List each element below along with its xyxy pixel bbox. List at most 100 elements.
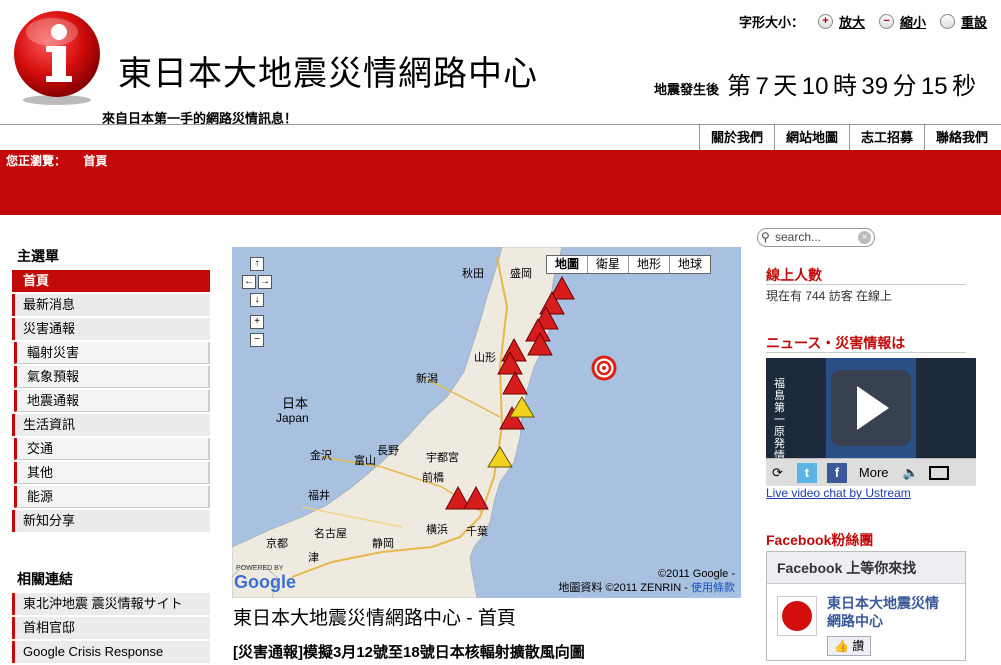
countdown-day-word: 第 (727, 73, 752, 100)
menu-item-other[interactable]: 其他 (14, 462, 210, 484)
search-input[interactable]: ⚲ search... × (757, 228, 875, 247)
video-caption: 福島第一原発情報 (774, 378, 785, 458)
related-links: 東北沖地震 震災情報サイト 首相官邸 Google Crisis Respons… (12, 593, 210, 665)
map-label-morioka: 盛岡 (510, 268, 532, 280)
map-label-akita: 秋田 (462, 268, 484, 280)
map-label-yamagata: 山形 (474, 352, 496, 364)
map-type-selector: 地圖 衛星 地形 地球 (546, 255, 712, 274)
nav-about[interactable]: 關於我們 (698, 125, 774, 150)
facebook-icon[interactable]: f (826, 462, 847, 483)
like-button[interactable]: 👍 讚 (827, 636, 872, 656)
countdown-hours: 10 (801, 73, 829, 100)
pan-right-button[interactable]: → (258, 275, 272, 289)
site-title[interactable]: 東日本大地震災情網路中心 (118, 52, 538, 96)
facebook-likebox: Facebook 上等你來找 東日本大地震災情網路中心 👍 讚 (766, 551, 966, 661)
news-divider (766, 352, 966, 353)
map-label-kyoto: 京都 (266, 538, 288, 550)
play-icon[interactable] (831, 370, 911, 446)
font-size-label: 字形大小： (739, 15, 805, 30)
menu-item-knowledge[interactable]: 新知分享 (12, 510, 210, 532)
zoom-out-button[interactable]: − (250, 333, 264, 347)
map-type-earth[interactable]: 地球 (669, 256, 710, 273)
volume-icon[interactable]: 🔈 (903, 463, 919, 483)
video-toolbar: ⟳ t f More 🔈 (766, 458, 976, 486)
map-copyright: ©2011 Google - 地圖資料 ©2011 ZENRIN - 使用條款 (558, 567, 735, 595)
breadcrumb: 您正瀏覽： 首頁 (6, 152, 121, 169)
fullscreen-icon[interactable] (928, 465, 949, 480)
facebook-page-name[interactable]: 東日本大地震災情網路中心 (827, 594, 952, 630)
map-label-niigata: 新潟 (416, 373, 438, 385)
clear-search-icon[interactable]: × (858, 231, 871, 244)
map-label-chiba: 千葉 (466, 526, 488, 538)
font-enlarge-option[interactable]: + 放大 (818, 12, 865, 31)
post-title[interactable]: [災害通報]模擬3月12號至18號日本核輻射擴散風向圖 (233, 641, 585, 662)
plus-icon[interactable]: + (818, 14, 834, 29)
site-logo[interactable] (12, 10, 102, 106)
link-tohoku-site[interactable]: 東北沖地震 震災情報サイト (12, 593, 210, 615)
zoom-in-button[interactable]: + (250, 315, 264, 329)
map-label-shizuoka: 静岡 (372, 538, 394, 550)
map-copyright-line1: ©2011 Google - (657, 568, 735, 580)
pan-left-button[interactable]: ← (242, 275, 256, 289)
map-label-tsu: 津 (308, 552, 319, 564)
pan-down-button[interactable]: ↓ (250, 293, 264, 307)
menu-item-energy[interactable]: 能源 (14, 486, 210, 508)
countdown-seconds: 15 (920, 73, 948, 100)
font-shrink-label[interactable]: 縮小 (900, 12, 926, 31)
more-button[interactable]: More (859, 463, 889, 483)
twitter-icon[interactable]: t (796, 462, 817, 483)
search-placeholder: search... (775, 230, 822, 244)
thumbs-up-icon: 👍 (834, 639, 849, 653)
map-copyright-line2: 地圖資料 ©2011 ZENRIN - (558, 582, 688, 594)
font-enlarge-label[interactable]: 放大 (839, 12, 865, 31)
countdown-days: 7 (755, 73, 769, 100)
refresh-icon[interactable]: ⟳ (772, 463, 783, 483)
link-kantei[interactable]: 首相官邸 (12, 617, 210, 639)
map-type-satellite[interactable]: 衛星 (587, 256, 628, 273)
menu-item-weather[interactable]: 氣象預報 (14, 366, 210, 388)
font-reset-option[interactable]: 重設 (940, 12, 987, 31)
nav-volunteer[interactable]: 志工招募 (848, 125, 924, 150)
font-reset-label[interactable]: 重設 (961, 12, 987, 31)
countdown-second-unit: 秒 (952, 73, 977, 100)
breadcrumb-current[interactable]: 首頁 (83, 154, 107, 168)
page-title: 東日本大地震災情網路中心 - 首頁 (233, 608, 516, 629)
countdown-hour-unit: 時 (832, 73, 857, 100)
google-logo[interactable]: Google (234, 572, 296, 593)
top-navigation: 關於我們 網站地圖 志工招募 聯絡我們 (0, 124, 1001, 150)
map-label-nagoya: 名古屋 (314, 528, 347, 540)
online-count-text: 現在有 744 訪客 在線上 (766, 289, 893, 303)
page-avatar[interactable] (777, 596, 817, 636)
reset-radio-icon[interactable] (940, 14, 956, 29)
disaster-map[interactable]: 秋田 盛岡 山形 新潟 日本 Japan 長野 富山 金沢 宇都宮 前橋 福井 … (232, 247, 741, 598)
menu-item-earthquake[interactable]: 地震通報 (14, 390, 210, 412)
map-label-yokohama: 横浜 (426, 524, 448, 536)
map-type-map[interactable]: 地圖 (547, 256, 587, 273)
map-label-fukui: 福井 (308, 490, 330, 502)
menu-item-living-info[interactable]: 生活資訊 (12, 414, 210, 436)
countdown-prefix: 地震發生後 (654, 82, 720, 97)
nav-sitemap[interactable]: 網站地圖 (773, 125, 849, 150)
quake-countdown: 地震發生後 第 7 天 10 時 39 分 15 秒 (654, 66, 976, 101)
minus-icon[interactable]: − (879, 14, 895, 29)
pan-up-button[interactable]: ↑ (250, 257, 264, 271)
menu-item-traffic[interactable]: 交通 (14, 438, 210, 460)
play-button[interactable] (831, 370, 911, 446)
terms-link[interactable]: 使用條款 (691, 582, 735, 594)
menu-item-home[interactable]: 首頁 (12, 270, 210, 292)
countdown-minutes: 39 (861, 73, 889, 100)
map-label-maebashi: 前橋 (422, 472, 444, 484)
font-shrink-option[interactable]: − 縮小 (879, 12, 926, 31)
nav-contact[interactable]: 聯絡我們 (923, 125, 999, 150)
map-type-terrain[interactable]: 地形 (628, 256, 669, 273)
main-menu: 首頁 最新消息 災害通報 輻射災害 氣象預報 地震通報 生活資訊 交通 其他 能… (12, 270, 210, 534)
menu-item-radiation[interactable]: 輻射災害 (14, 342, 210, 364)
map-label-japan: Japan (276, 411, 309, 425)
video-player[interactable]: 福島第一原発情報 (766, 358, 976, 458)
font-size-control: 字形大小： + 放大 − 縮小 重設 (739, 12, 987, 31)
ustream-link[interactable]: Live video chat by Ustream (766, 486, 911, 500)
countdown-day-unit: 天 (773, 73, 798, 100)
map-label-kanazawa: 金沢 (310, 450, 332, 462)
menu-item-disaster-report[interactable]: 災害通報 (12, 318, 210, 340)
menu-item-news[interactable]: 最新消息 (12, 294, 210, 316)
